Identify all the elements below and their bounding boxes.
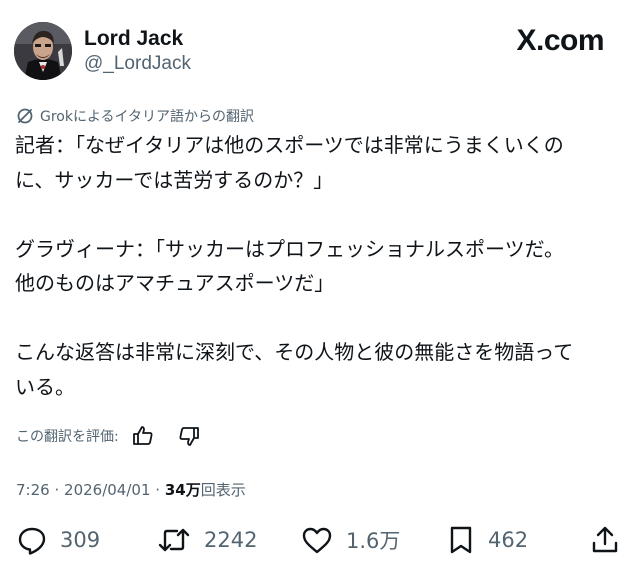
brand-watermark: X.com [516, 24, 604, 57]
views-count[interactable]: 34万 [165, 481, 201, 499]
repost-icon [158, 528, 190, 552]
thumbs-up-icon[interactable] [131, 424, 155, 448]
post-line: グラヴィーナ：「サッカーはプロフェッショナルスポーツだ。 [15, 236, 564, 261]
meta-separator: · [155, 481, 161, 499]
bookmark-icon [450, 526, 472, 554]
translation-note-text: Grokによるイタリア語からの翻訳 [40, 109, 254, 125]
heart-icon [302, 527, 332, 554]
repost-button[interactable]: 2242 [156, 524, 257, 556]
rate-translation-label: この翻訳を評価: [16, 429, 119, 445]
post-line: に、サッカーでは苦労するのか？」 [15, 167, 334, 192]
translation-note: Grokによるイタリア語からの翻訳 [16, 106, 254, 126]
reply-icon [18, 527, 46, 555]
avatar[interactable] [14, 22, 72, 80]
avatar-image [14, 22, 72, 80]
action-bar: 309 2242 1.6万 462 [0, 524, 640, 564]
author-handle[interactable]: @_LordJack [84, 53, 191, 75]
bookmark-count: 462 [488, 528, 529, 552]
post-date[interactable]: 2026/04/01 [64, 481, 150, 499]
like-count: 1.6万 [346, 529, 401, 553]
reply-count: 309 [60, 528, 101, 552]
bookmark-button[interactable]: 462 [446, 524, 528, 556]
post-time[interactable]: 7:26 [16, 481, 50, 499]
repost-count: 2242 [204, 528, 258, 552]
rate-translation: この翻訳を評価: [16, 424, 201, 448]
author-name[interactable]: Lord Jack [84, 27, 183, 51]
post-line: 他のものはアマチュアスポーツだ」 [15, 271, 335, 295]
views-label: 回表示 [200, 481, 246, 499]
post-meta: 7:26 · 2026/04/01 · 34万回表示 [16, 479, 246, 500]
thumbs-down-icon[interactable] [177, 424, 201, 448]
post-line: こんな返答は非常に深刻で、その人物と彼の無能さを物語って [15, 340, 574, 364]
post-line: いる。 [15, 374, 75, 399]
share-button[interactable] [590, 524, 620, 556]
grok-icon [17, 108, 33, 124]
reply-button[interactable]: 309 [16, 524, 100, 556]
like-button[interactable]: 1.6万 [300, 524, 400, 556]
post-body: 記者：「なぜイタリアは他のスポーツでは非常にうまくいくの に、サッカーでは苦労す… [15, 128, 627, 404]
post-line: 記者：「なぜイタリアは他のスポーツでは非常にうまくいくの [15, 133, 564, 157]
share-icon [592, 526, 618, 553]
meta-separator: · [54, 481, 60, 499]
